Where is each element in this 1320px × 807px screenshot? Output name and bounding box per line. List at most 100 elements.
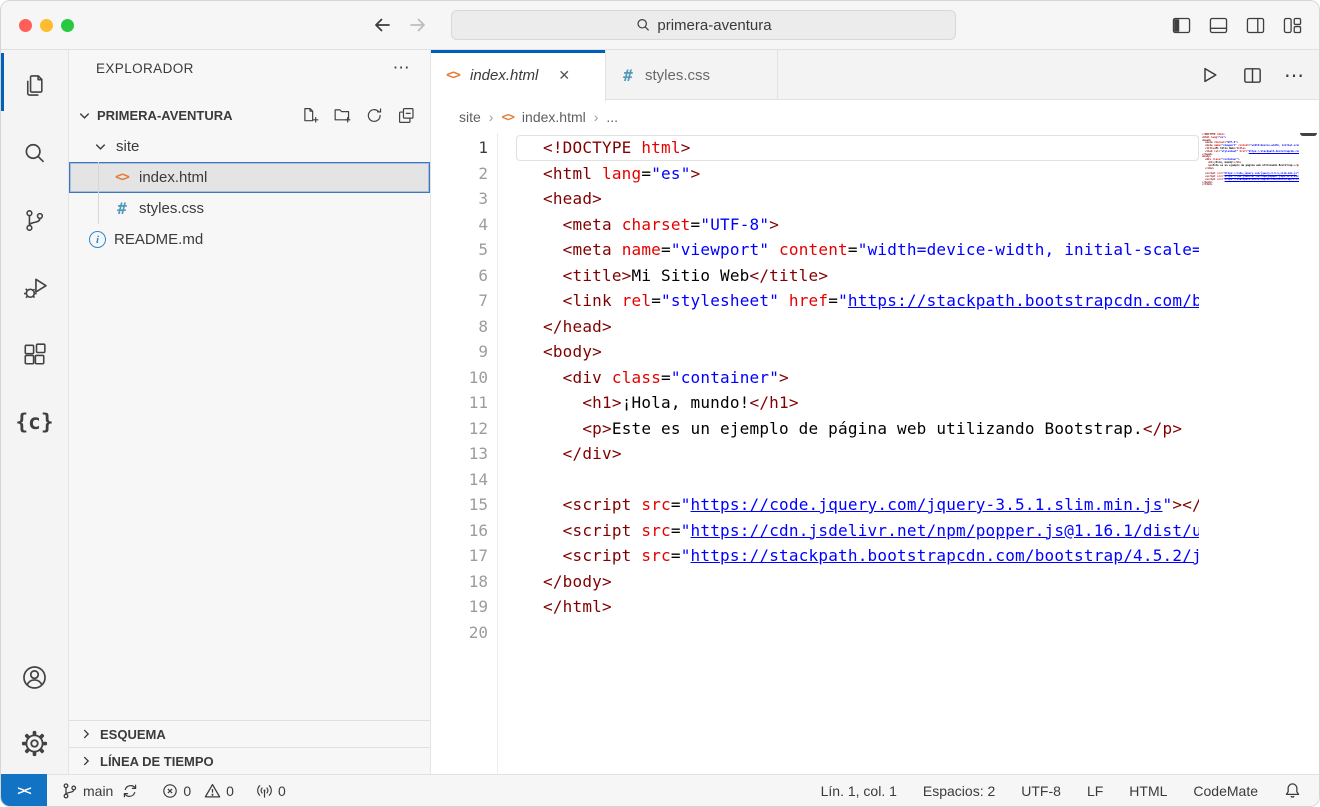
close-icon[interactable]: ✕ (558, 67, 570, 84)
c-extension-icon[interactable]: {c} (1, 388, 68, 455)
code-line[interactable] (543, 620, 1199, 646)
line-number: 17 (431, 543, 497, 569)
account-icon[interactable] (1, 642, 68, 712)
close-window-button[interactable] (19, 19, 32, 32)
command-center-search[interactable]: primera-aventura (451, 10, 956, 40)
tab-index.html[interactable]: <>index.html✕ (431, 50, 606, 101)
file-label: README.md (114, 231, 203, 248)
branch-status[interactable]: main (61, 782, 138, 799)
zoom-window-button[interactable] (61, 19, 74, 32)
source-control-icon[interactable] (1, 187, 68, 254)
cursor-position[interactable]: Lín. 1, col. 1 (821, 783, 897, 799)
error-icon (162, 783, 178, 799)
code-line[interactable]: <link rel="stylesheet" href="https://sta… (543, 288, 1199, 314)
search-view-icon[interactable] (1, 120, 68, 187)
line-number-gutter: 1234567891011121314151617181920 (431, 133, 498, 774)
run-debug-icon[interactable] (1, 254, 68, 321)
assistant-status[interactable]: CodeMate (1193, 783, 1258, 799)
line-number: 11 (431, 390, 497, 416)
file-tree: site <>index.html#styles.cssiREADME.md (69, 131, 430, 255)
customize-layout-icon[interactable] (1282, 15, 1303, 36)
scrollbar-thumb[interactable] (1300, 133, 1317, 136)
new-folder-icon[interactable] (333, 106, 352, 125)
code-line[interactable]: <script src="https://cdn.jsdelivr.net/np… (543, 518, 1199, 544)
problems-status[interactable]: 0 0 (162, 782, 234, 799)
code-line[interactable]: </html> (543, 594, 1199, 620)
folder-site[interactable]: site (69, 131, 430, 162)
encoding[interactable]: UTF-8 (1021, 783, 1061, 799)
line-number: 14 (431, 467, 497, 493)
code-line[interactable]: <h1>¡Hola, mundo!</h1> (543, 390, 1199, 416)
chevron-down-icon (77, 108, 92, 123)
ports-status[interactable]: 0 (256, 782, 286, 799)
code-line[interactable] (543, 467, 1199, 493)
html-icon: <> (444, 68, 462, 83)
code-line[interactable]: <!DOCTYPE html> (516, 135, 1199, 161)
toggle-secondary-sidebar-icon[interactable] (1245, 15, 1266, 36)
html-icon: <> (501, 110, 513, 124)
sidebar-more-actions-icon[interactable]: ⋯ (393, 58, 410, 78)
file-styles.css[interactable]: #styles.css (69, 193, 430, 224)
settings-gear-icon[interactable] (1, 712, 68, 774)
status-bar: >< main 0 0 0 Lín. 1 (1, 774, 1319, 806)
eol-sequence[interactable]: LF (1087, 783, 1103, 799)
minimap[interactable]: <!DOCTYPE html> <html lang="es"> <head> … (1199, 133, 1299, 774)
line-number: 3 (431, 186, 497, 212)
code-line[interactable]: <script src="https://code.jquery.com/jqu… (543, 492, 1199, 518)
code-line[interactable]: </body> (543, 569, 1199, 595)
breadcrumb-item[interactable]: site (459, 109, 481, 125)
remote-icon: >< (17, 783, 30, 798)
split-editor-icon[interactable] (1241, 64, 1264, 87)
line-number: 5 (431, 237, 497, 263)
tab-bar: <>index.html✕#styles.css ⋯ (431, 50, 1319, 100)
file-README.md[interactable]: iREADME.md (69, 224, 430, 255)
remote-indicator[interactable]: >< (1, 774, 47, 806)
tab-styles.css[interactable]: #styles.css (606, 50, 778, 100)
code-line[interactable]: </div> (543, 441, 1199, 467)
forward-arrow-icon[interactable] (405, 11, 431, 39)
breadcrumb: site›<>index.html›... (431, 100, 1319, 133)
toggle-panel-icon[interactable] (1208, 15, 1229, 36)
code-line[interactable]: <p>Este es un ejemplo de página web util… (543, 416, 1199, 442)
minimize-window-button[interactable] (40, 19, 53, 32)
back-arrow-icon[interactable] (369, 11, 395, 39)
file-index.html[interactable]: <>index.html (69, 162, 430, 193)
workspace-section-header[interactable]: PRIMERA-AVENTURA (69, 100, 430, 130)
collapse-all-icon[interactable] (397, 106, 416, 125)
line-number: 9 (431, 339, 497, 365)
line-number: 20 (431, 620, 497, 646)
code-line[interactable]: </head> (543, 314, 1199, 340)
outline-panel-header[interactable]: ESQUEMA (69, 720, 430, 747)
file-label: site (116, 138, 139, 155)
editor-more-actions-icon[interactable]: ⋯ (1284, 63, 1305, 88)
line-number: 12 (431, 416, 497, 442)
scrollbar[interactable] (1299, 133, 1319, 774)
code-line[interactable]: <html lang="es"> (543, 161, 1199, 187)
timeline-panel-header[interactable]: LÍNEA DE TIEMPO (69, 747, 430, 774)
breadcrumb-item[interactable]: index.html (522, 109, 586, 125)
code-line[interactable]: <head> (543, 186, 1199, 212)
code-line[interactable]: <body> (543, 339, 1199, 365)
code-line[interactable]: <title>Mi Sitio Web</title> (543, 263, 1199, 289)
new-file-icon[interactable] (301, 106, 320, 125)
bell-icon[interactable] (1284, 782, 1301, 799)
code-line[interactable]: <meta charset="UTF-8"> (543, 212, 1199, 238)
run-button[interactable] (1197, 63, 1221, 87)
language-mode[interactable]: HTML (1129, 783, 1167, 799)
indentation[interactable]: Espacios: 2 (923, 783, 995, 799)
toggle-sidebar-icon[interactable] (1171, 15, 1192, 36)
code-line[interactable]: <div class="container"> (543, 365, 1199, 391)
code-line[interactable]: <meta name="viewport" content="width=dev… (543, 237, 1199, 263)
code-content[interactable]: <!DOCTYPE html><html lang="es"><head> <m… (498, 133, 1199, 774)
extensions-icon[interactable] (1, 321, 68, 388)
branch-icon (61, 782, 78, 799)
title-bar: primera-aventura (1, 1, 1319, 50)
ports-count: 0 (278, 783, 286, 799)
code-line[interactable]: <script src="https://stackpath.bootstrap… (543, 543, 1199, 569)
refresh-icon[interactable] (365, 106, 384, 125)
sync-icon (122, 783, 138, 799)
chevron-right-icon (79, 727, 93, 741)
breadcrumb-item[interactable]: ... (606, 109, 618, 125)
warning-icon (204, 782, 221, 799)
explorer-icon[interactable] (1, 50, 68, 120)
